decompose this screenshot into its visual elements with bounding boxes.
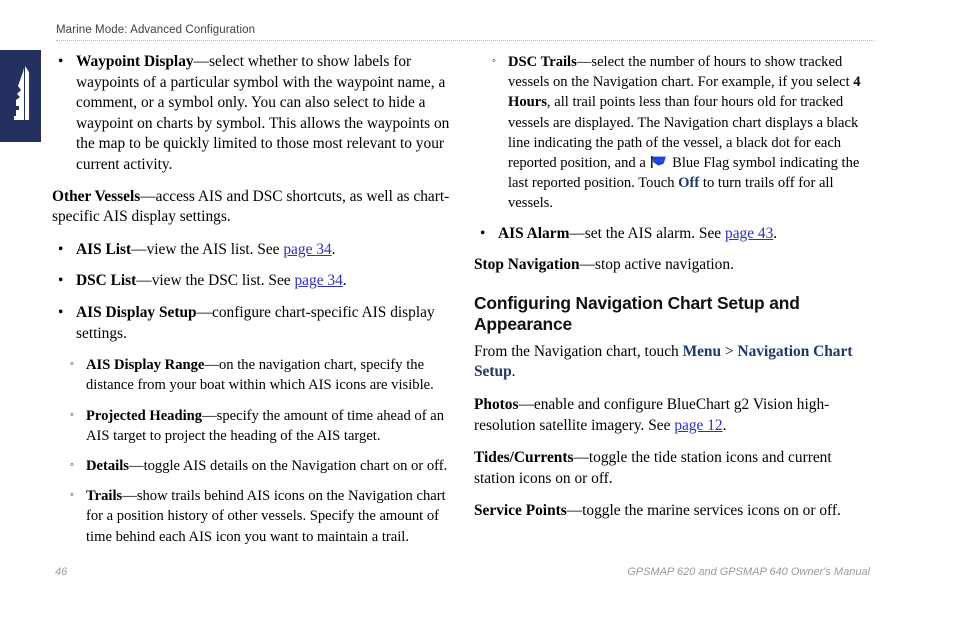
term-photos: Photos bbox=[474, 396, 519, 413]
term-tides-currents: Tides/Currents bbox=[474, 449, 574, 467]
page-header: Marine Mode: Advanced Configuration bbox=[56, 24, 874, 41]
term-ais-alarm: AIS Alarm bbox=[498, 224, 570, 242]
menu-separator: > bbox=[721, 342, 738, 360]
bullet-projected-heading: ◦ Projected Heading—specify the amount o… bbox=[52, 406, 450, 446]
desc-waypoint-display: —select whether to show labels for waypo… bbox=[76, 53, 450, 173]
bullet-marker: ◦ bbox=[70, 458, 74, 471]
left-column: • Waypoint Display—select whether to sho… bbox=[52, 52, 450, 557]
para-stop-navigation: Stop Navigation—stop active navigation. bbox=[474, 255, 872, 276]
term-stop-navigation: Stop Navigation bbox=[474, 256, 580, 274]
desc-trails: —show trails behind AIS icons on the Nav… bbox=[86, 488, 446, 545]
para-intro: From the Navigation chart, touch Menu > … bbox=[474, 342, 872, 383]
manual-title: GPSMAP 620 and GPSMAP 640 Owner's Manual bbox=[627, 566, 870, 578]
section-heading: Configuring Navigation Chart Setup and A… bbox=[474, 292, 800, 334]
bullet-marker: • bbox=[58, 303, 64, 321]
desc-stop-navigation: —stop active navigation. bbox=[579, 256, 734, 274]
term-ais-display-range: AIS Display Range bbox=[86, 357, 205, 374]
page-header-title: Marine Mode: Advanced Configuration bbox=[56, 24, 256, 36]
bullet-marker: ◦ bbox=[492, 55, 496, 67]
bullet-marker: ◦ bbox=[70, 489, 74, 502]
blue-flag-icon bbox=[651, 156, 667, 169]
desc-photos-tail: . bbox=[722, 416, 727, 434]
bullet-ais-alarm: • AIS Alarm—set the AIS alarm. See page … bbox=[474, 224, 872, 245]
bullet-dsc-trails: ◦ DSC Trails—select the number of hours … bbox=[474, 52, 872, 214]
header-divider bbox=[56, 40, 874, 41]
term-ais-list: AIS List bbox=[76, 240, 132, 258]
link-page-34-dsc[interactable]: page 34 bbox=[294, 272, 342, 289]
boat-icon bbox=[14, 66, 29, 120]
bullet-ais-list: • AIS List—view the AIS list. See page 3… bbox=[52, 240, 450, 261]
bullet-waypoint-display: • Waypoint Display—select whether to sho… bbox=[52, 52, 450, 176]
term-ais-display-setup: AIS Display Setup bbox=[76, 303, 197, 321]
desc-photos: —enable and configure BlueChart g2 Visio… bbox=[474, 396, 830, 434]
term-other-vessels: Other Vessels bbox=[52, 187, 141, 205]
desc-details: —toggle AIS details on the Navigation ch… bbox=[128, 457, 448, 474]
desc-ais-alarm: —set the AIS alarm. See bbox=[569, 224, 725, 242]
bullet-marker: • bbox=[58, 272, 64, 290]
desc-ais-list-tail: . bbox=[331, 240, 336, 258]
desc-dsc-list: —view the DSC list. See bbox=[136, 272, 295, 290]
desc-ais-alarm-tail: . bbox=[773, 224, 778, 242]
desc-intro-before: From the Navigation chart, touch bbox=[474, 342, 683, 360]
para-service-points: Service Points—toggle the marine service… bbox=[474, 501, 872, 522]
bullet-trails: ◦ Trails—show trails behind AIS icons on… bbox=[52, 486, 450, 547]
content-columns: • Waypoint Display—select whether to sho… bbox=[52, 52, 882, 545]
page-number: 46 bbox=[55, 566, 68, 578]
chapter-tab bbox=[0, 50, 41, 142]
link-page-34-ais[interactable]: page 34 bbox=[283, 241, 331, 258]
desc-ais-list: —view the AIS list. See bbox=[131, 240, 284, 258]
page-footer: 46 GPSMAP 620 and GPSMAP 640 Owner's Man… bbox=[0, 566, 954, 586]
para-photos: Photos—enable and configure BlueChart g2… bbox=[474, 395, 872, 436]
bullet-ais-display-setup: • AIS Display Setup—configure chart-spec… bbox=[52, 303, 450, 344]
bullet-marker: • bbox=[58, 240, 64, 258]
desc-dsc-list-tail: . bbox=[342, 272, 347, 290]
link-page-12[interactable]: page 12 bbox=[674, 417, 722, 434]
para-other-vessels: Other Vessels—access AIS and DSC shortcu… bbox=[52, 187, 450, 228]
term-details: Details bbox=[86, 457, 129, 474]
bullet-ais-display-range: ◦ AIS Display Range—on the navigation ch… bbox=[52, 355, 450, 395]
bullet-marker: • bbox=[58, 53, 64, 70]
emphasis-off: Off bbox=[678, 175, 700, 192]
term-dsc-list: DSC List bbox=[76, 272, 137, 290]
right-column: ◦ DSC Trails—select the number of hours … bbox=[474, 52, 872, 534]
menu-reference: Menu bbox=[682, 342, 722, 360]
term-trails: Trails bbox=[86, 488, 123, 505]
desc-intro-after: . bbox=[511, 363, 516, 381]
bullet-marker: ◦ bbox=[70, 408, 74, 421]
term-projected-heading: Projected Heading bbox=[86, 407, 203, 424]
bullet-details: ◦ Details—toggle AIS details on the Navi… bbox=[52, 456, 450, 476]
bullet-marker: ◦ bbox=[70, 358, 74, 371]
link-page-43[interactable]: page 43 bbox=[725, 225, 773, 242]
term-dsc-trails: DSC Trails bbox=[508, 54, 577, 70]
term-waypoint-display: Waypoint Display bbox=[76, 53, 194, 70]
bullet-dsc-list: • DSC List—view the DSC list. See page 3… bbox=[52, 271, 450, 292]
para-tides-currents: Tides/Currents—toggle the tide station i… bbox=[474, 448, 872, 489]
desc-service-points: —toggle the marine services icons on or … bbox=[566, 502, 841, 520]
term-service-points: Service Points bbox=[474, 502, 567, 520]
bullet-marker: • bbox=[480, 224, 486, 242]
